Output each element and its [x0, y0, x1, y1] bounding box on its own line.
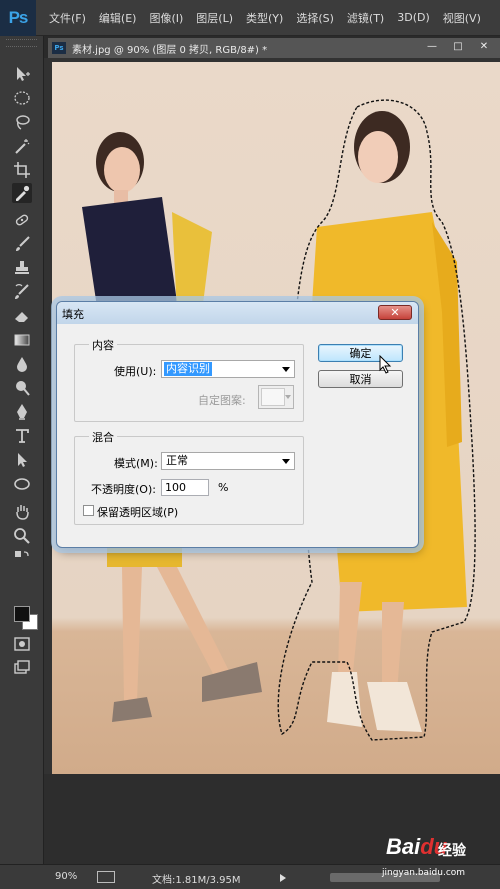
- ellipse-shape-icon[interactable]: [12, 474, 32, 494]
- crop-icon[interactable]: [12, 160, 32, 180]
- custom-pattern-label: 自定图案:: [198, 394, 246, 407]
- watermark-url: jingyan.baidu.com: [382, 868, 466, 878]
- document-ps-icon: Ps: [52, 42, 66, 54]
- content-group: 内容: [74, 337, 304, 422]
- left-model-face: [104, 147, 140, 193]
- pattern-swatch: [261, 388, 285, 406]
- eraser-icon[interactable]: [12, 306, 32, 326]
- left-model-top: [82, 197, 177, 307]
- baidu-watermark: Baidu 经验 jingyan.baidu.com: [378, 832, 500, 882]
- chevron-down-icon: [285, 395, 291, 399]
- screen-mode-icon[interactable]: [12, 658, 32, 678]
- hand-icon[interactable]: [12, 502, 32, 522]
- zoom-icon[interactable]: [12, 526, 32, 546]
- blend-group-label: 混合: [89, 429, 117, 445]
- gradient-icon[interactable]: [12, 330, 32, 350]
- menu-filter[interactable]: 滤镜(T): [347, 10, 384, 26]
- left-model-shoe: [112, 697, 152, 722]
- mode-select[interactable]: 正常: [161, 452, 295, 470]
- use-label: 使用(U):: [114, 365, 157, 378]
- status-menu-arrow-icon[interactable]: [280, 874, 286, 882]
- use-select[interactable]: 内容识别: [161, 360, 295, 378]
- pen-icon[interactable]: [12, 402, 32, 422]
- mode-label: 模式(M):: [114, 457, 158, 470]
- right-model-shoe: [327, 672, 362, 727]
- close-document-button[interactable]: ✕: [475, 39, 493, 53]
- quick-mask-icon[interactable]: [12, 634, 32, 654]
- menu-image[interactable]: 图像(I): [149, 10, 183, 26]
- dialog-title: 填充: [62, 308, 84, 321]
- toolbar-grip[interactable]: [6, 39, 37, 47]
- menu-file[interactable]: 文件(F): [49, 10, 86, 26]
- menubar: Ps 文件(F) 编辑(E) 图像(I) 图层(L) 类型(Y) 选择(S) 滤…: [0, 0, 500, 36]
- magic-wand-icon[interactable]: [12, 136, 32, 156]
- chevron-down-icon: [282, 367, 290, 372]
- spot-heal-icon[interactable]: [12, 210, 32, 230]
- chevron-down-icon: [282, 459, 290, 464]
- watermark-subtitle: 经验: [438, 843, 466, 859]
- mouse-cursor-icon: [379, 355, 392, 374]
- mode-select-value: 正常: [166, 454, 188, 467]
- maximize-button[interactable]: □: [449, 39, 467, 53]
- fill-dialog: 填充 ✕ 内容 使用(U): 内容识别 自定图案: 混合 模式(M): 正常 不…: [56, 301, 419, 548]
- menu-3d[interactable]: 3D(D): [397, 11, 430, 24]
- menu-layer[interactable]: 图层(L): [196, 10, 233, 26]
- blur-icon[interactable]: [12, 354, 32, 374]
- zoom-level[interactable]: 90%: [55, 871, 77, 882]
- lasso-icon[interactable]: [12, 112, 32, 132]
- photoshop-logo: Ps: [0, 0, 36, 36]
- document-tab-bar: Ps 素材.jpg @ 90% (图层 0 拷贝, RGB/8#) * — □ …: [44, 36, 500, 58]
- preserve-transparency-checkbox[interactable]: [83, 505, 94, 516]
- move-icon[interactable]: [12, 64, 32, 84]
- photoshop-window: Ps 文件(F) 编辑(E) 图像(I) 图层(L) 类型(Y) 选择(S) 滤…: [0, 0, 500, 889]
- document-title: 素材.jpg @ 90% (图层 0 拷贝, RGB/8#) *: [72, 44, 268, 56]
- menu-view[interactable]: 视图(V): [443, 10, 481, 26]
- type-icon[interactable]: [12, 426, 32, 446]
- use-select-value: 内容识别: [164, 362, 212, 376]
- opacity-label: 不透明度(O):: [91, 483, 156, 496]
- dodge-icon[interactable]: [12, 378, 32, 398]
- swap-colors-icon[interactable]: [12, 548, 32, 568]
- menu-type[interactable]: 类型(Y): [246, 10, 283, 26]
- minimize-button[interactable]: —: [423, 39, 441, 53]
- opacity-unit: %: [218, 481, 229, 494]
- tools-panel: [0, 36, 44, 864]
- dialog-titlebar[interactable]: 填充 ✕: [57, 302, 418, 324]
- preserve-transparency-label[interactable]: 保留透明区域(P): [97, 504, 178, 520]
- right-model-face: [358, 131, 398, 183]
- menu-select[interactable]: 选择(S): [296, 10, 334, 26]
- marquee-icon[interactable]: [12, 88, 32, 108]
- content-group-label: 内容: [89, 337, 117, 353]
- status-icon: [97, 871, 115, 883]
- pattern-picker: [258, 385, 294, 409]
- dialog-close-button[interactable]: ✕: [378, 305, 412, 320]
- history-brush-icon[interactable]: [12, 282, 32, 302]
- opacity-input[interactable]: 100: [161, 479, 209, 496]
- eyedropper-icon[interactable]: [12, 183, 32, 203]
- brush-icon[interactable]: [12, 234, 32, 254]
- document-info: 文档:1.81M/3.95M: [152, 875, 241, 886]
- stamp-icon[interactable]: [12, 258, 32, 278]
- menu-edit[interactable]: 编辑(E): [99, 10, 137, 26]
- path-select-icon[interactable]: [12, 450, 32, 470]
- foreground-color-swatch[interactable]: [14, 606, 30, 622]
